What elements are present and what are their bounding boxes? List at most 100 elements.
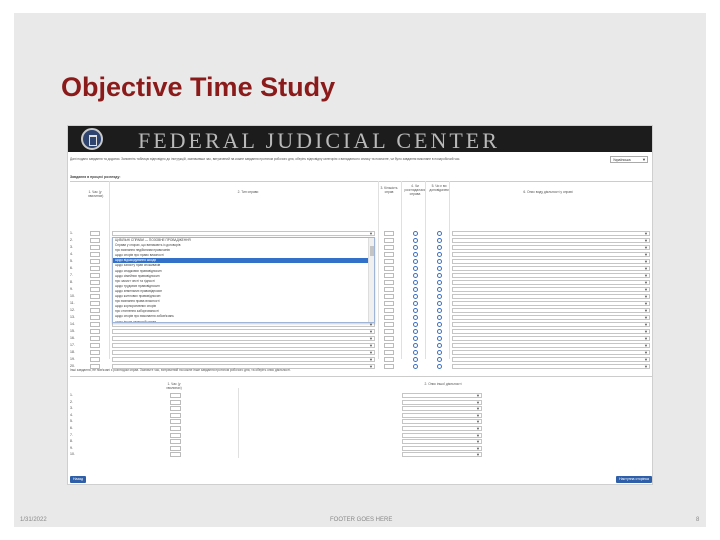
activity-select[interactable] [402, 426, 482, 431]
scroll-thumb[interactable] [370, 246, 374, 256]
considered-radio[interactable] [413, 280, 418, 285]
case-count-input[interactable] [384, 322, 394, 327]
time-input[interactable] [170, 406, 181, 412]
case-count-input[interactable] [384, 266, 394, 271]
activity-select[interactable] [402, 439, 482, 445]
rapporteur-radio[interactable] [437, 238, 442, 243]
rapporteur-radio[interactable] [437, 280, 442, 285]
case-count-input[interactable] [384, 350, 394, 355]
time-input[interactable] [90, 350, 100, 355]
description-select[interactable] [452, 252, 650, 257]
description-select[interactable] [452, 308, 650, 313]
considered-radio[interactable] [413, 322, 418, 327]
time-input[interactable] [90, 245, 100, 250]
time-input[interactable] [90, 329, 100, 334]
case-type-select[interactable] [112, 357, 375, 362]
description-select[interactable] [452, 329, 650, 334]
time-input[interactable] [90, 238, 100, 243]
description-select[interactable] [452, 245, 650, 250]
considered-radio[interactable] [413, 294, 418, 299]
time-input[interactable] [90, 315, 100, 320]
case-type-select[interactable] [112, 343, 375, 348]
case-type-select[interactable] [112, 329, 375, 334]
considered-radio[interactable] [413, 343, 418, 348]
considered-radio[interactable] [413, 287, 418, 292]
rapporteur-radio[interactable] [437, 350, 442, 355]
time-input[interactable] [170, 445, 181, 451]
description-select[interactable] [452, 294, 650, 299]
case-count-input[interactable] [384, 238, 394, 243]
time-input[interactable] [90, 322, 100, 327]
language-select[interactable]: Українська [610, 156, 648, 163]
description-select[interactable] [452, 350, 650, 355]
time-input[interactable] [90, 231, 100, 236]
considered-radio[interactable] [413, 231, 418, 236]
rapporteur-radio[interactable] [437, 322, 442, 327]
time-input[interactable] [90, 336, 100, 341]
activity-select[interactable] [402, 393, 482, 398]
rapporteur-radio[interactable] [437, 301, 442, 306]
activity-select[interactable] [402, 412, 482, 418]
rapporteur-radio[interactable] [437, 287, 442, 292]
considered-radio[interactable] [413, 357, 418, 362]
considered-radio[interactable] [413, 301, 418, 306]
activity-select[interactable] [402, 445, 482, 451]
description-select[interactable] [452, 266, 650, 271]
case-type-select[interactable] [112, 350, 375, 355]
time-input[interactable] [90, 259, 100, 264]
considered-radio[interactable] [413, 308, 418, 313]
rapporteur-radio[interactable] [437, 252, 442, 257]
time-input[interactable] [90, 287, 100, 292]
description-select[interactable] [452, 259, 650, 264]
case-type-select[interactable] [112, 231, 375, 236]
time-input[interactable] [170, 452, 181, 458]
activity-select[interactable] [402, 399, 482, 405]
next-page-button[interactable]: Наступна сторінка [616, 476, 652, 483]
rapporteur-radio[interactable] [437, 336, 442, 341]
time-input[interactable] [90, 273, 100, 278]
case-count-input[interactable] [384, 280, 394, 285]
description-select[interactable] [452, 273, 650, 278]
back-button[interactable]: Назад [70, 476, 86, 483]
case-count-input[interactable] [384, 315, 394, 320]
time-input[interactable] [170, 439, 181, 445]
case-count-input[interactable] [384, 301, 394, 306]
time-input[interactable] [170, 412, 181, 418]
time-input[interactable] [90, 357, 100, 362]
activity-select[interactable] [402, 406, 482, 412]
time-input[interactable] [170, 419, 181, 425]
time-input[interactable] [90, 266, 100, 271]
time-input[interactable] [90, 294, 100, 299]
description-select[interactable] [452, 280, 650, 285]
case-count-input[interactable] [384, 252, 394, 257]
rapporteur-radio[interactable] [437, 266, 442, 271]
considered-radio[interactable] [413, 336, 418, 341]
rapporteur-radio[interactable] [437, 259, 442, 264]
description-select[interactable] [452, 336, 650, 341]
case-count-input[interactable] [384, 357, 394, 362]
description-select[interactable] [452, 231, 650, 236]
rapporteur-radio[interactable] [437, 315, 442, 320]
description-select[interactable] [452, 357, 650, 362]
description-select[interactable] [452, 343, 650, 348]
rapporteur-radio[interactable] [437, 245, 442, 250]
considered-radio[interactable] [413, 315, 418, 320]
description-select[interactable] [452, 315, 650, 320]
case-count-input[interactable] [384, 294, 394, 299]
rapporteur-radio[interactable] [437, 231, 442, 236]
case-count-input[interactable] [384, 259, 394, 264]
rapporteur-radio[interactable] [437, 357, 442, 362]
rapporteur-radio[interactable] [437, 329, 442, 334]
case-count-input[interactable] [384, 245, 394, 250]
case-type-select[interactable] [112, 336, 375, 341]
case-count-input[interactable] [384, 308, 394, 313]
time-input[interactable] [170, 432, 181, 438]
considered-radio[interactable] [413, 245, 418, 250]
case-count-input[interactable] [384, 287, 394, 292]
rapporteur-radio[interactable] [437, 273, 442, 278]
description-select[interactable] [452, 322, 650, 327]
considered-radio[interactable] [413, 350, 418, 355]
case-count-input[interactable] [384, 329, 394, 334]
activity-select[interactable] [402, 452, 482, 458]
description-select[interactable] [452, 238, 650, 243]
